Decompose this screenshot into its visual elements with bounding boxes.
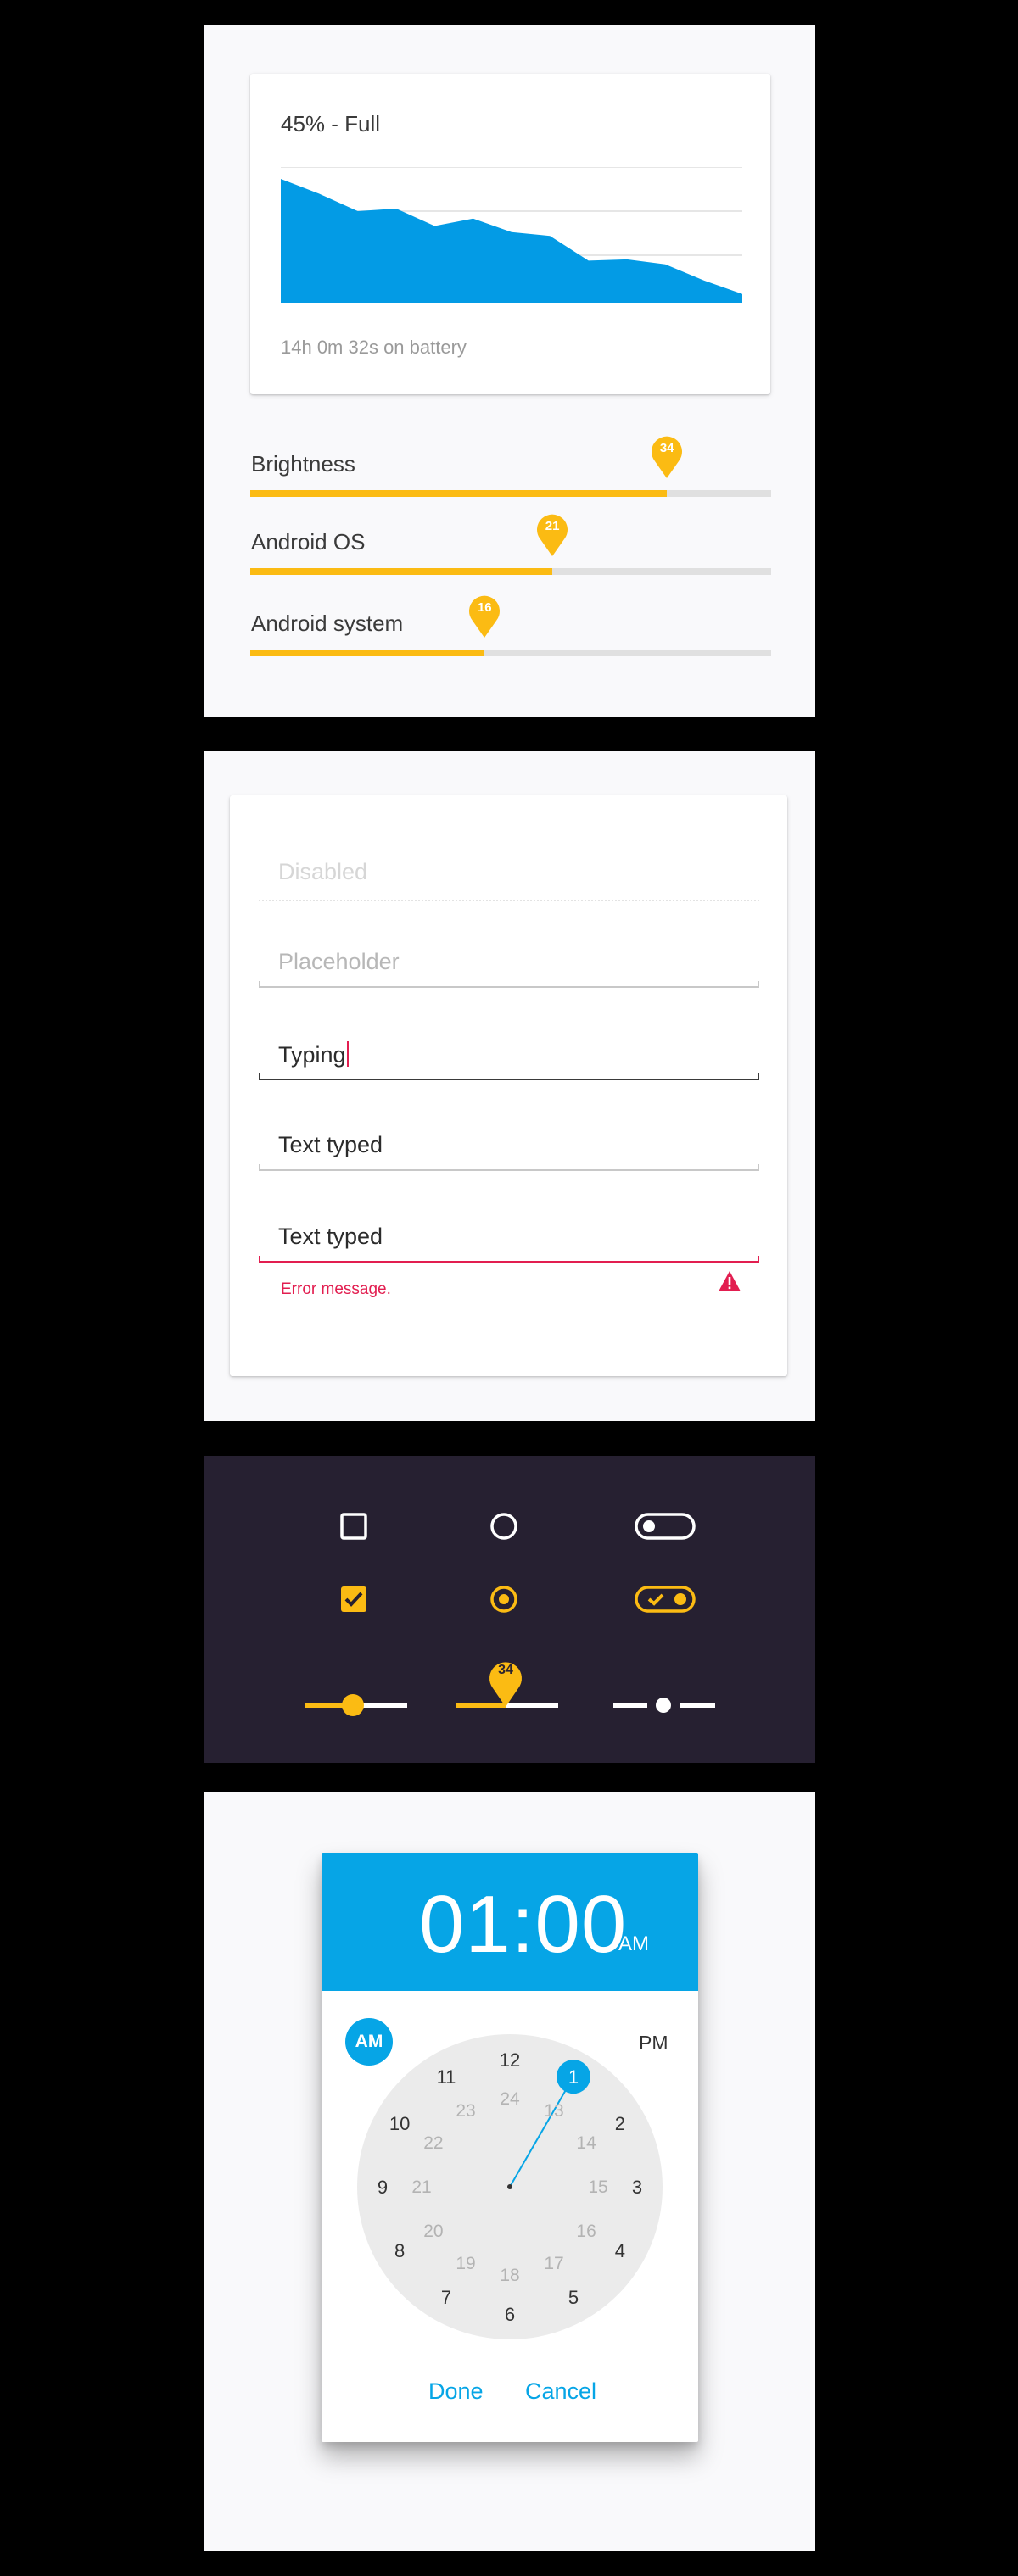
- warning-icon: [719, 1271, 741, 1291]
- slider-android-os[interactable]: Android OS 21: [250, 514, 771, 597]
- slider-disabled[interactable]: [612, 1692, 717, 1718]
- am-button[interactable]: AM: [345, 2018, 393, 2066]
- time-picker-dialog: 01:00 AM 12 1 2 3 4 5 6 7 8 9 10 11 24 13 14 15 16 17 18 1…: [322, 1853, 698, 2442]
- typed-field[interactable]: Text typed: [259, 1132, 759, 1174]
- battery-panel: 45% - Full 14h 0m 32s on battery Brightn…: [204, 25, 815, 717]
- disabled-field-text: Disabled: [278, 859, 368, 884]
- field-underline: [259, 1164, 759, 1171]
- slider-track[interactable]: 21: [250, 514, 771, 575]
- clock-hour-label[interactable]: 9: [378, 2177, 388, 2198]
- clock-hour-label-inner[interactable]: 21: [411, 2177, 431, 2197]
- text-caret: [346, 1041, 349, 1067]
- clock-hour-label[interactable]: 10: [389, 2113, 410, 2134]
- slider-track[interactable]: 34: [250, 436, 771, 497]
- battery-area: [281, 179, 742, 303]
- clock-hour-label[interactable]: 8: [394, 2240, 405, 2261]
- disabled-field: Disabled: [259, 859, 759, 901]
- slider-label: Android OS: [251, 529, 366, 555]
- typing-field[interactable]: Typing: [259, 1041, 759, 1084]
- slider-value: 16: [477, 600, 492, 615]
- checkbox-checked[interactable]: [339, 1585, 368, 1614]
- clock-hour-label[interactable]: 4: [615, 2240, 625, 2261]
- checkbox-unchecked[interactable]: [339, 1512, 368, 1541]
- clock-hour-label-inner[interactable]: 16: [576, 2222, 596, 2241]
- slider-track[interactable]: 16: [250, 595, 771, 656]
- clock-hour-label-inner[interactable]: 17: [544, 2254, 563, 2273]
- clock-hour-label-inner[interactable]: 24: [500, 2089, 520, 2109]
- typing-field-value: Typing: [278, 1041, 349, 1068]
- text-fields-card: Disabled Placeholder Typing Text typed T…: [230, 795, 787, 1376]
- field-underline: [259, 1256, 759, 1263]
- slider-brightness[interactable]: Brightness 34: [250, 436, 771, 519]
- battery-subtitle: 14h 0m 32s on battery: [281, 337, 467, 358]
- slider-with-pin[interactable]: 34: [455, 1654, 560, 1722]
- slider-pin-value: 34: [498, 1663, 513, 1677]
- slider-fill: [250, 650, 485, 656]
- error-field[interactable]: Text typed: [259, 1224, 759, 1266]
- clock-hour-label-inner[interactable]: 20: [423, 2222, 443, 2241]
- battery-title: 45% - Full: [281, 111, 381, 137]
- slider-value: 21: [545, 519, 560, 533]
- error-field-text: Text typed: [278, 1224, 383, 1249]
- clock-hour-label-inner[interactable]: 15: [588, 2177, 607, 2197]
- clock-hour-label-inner[interactable]: 13: [544, 2101, 563, 2121]
- clock-hour-label-inner[interactable]: 19: [456, 2254, 475, 2273]
- clock-hour-label-inner[interactable]: 14: [576, 2133, 596, 2153]
- slider-thumb-pin[interactable]: 34: [650, 434, 684, 478]
- clock-hour-label[interactable]: 1: [568, 2066, 579, 2088]
- radio-unselected[interactable]: [489, 1511, 519, 1542]
- text-fields-panel: Disabled Placeholder Typing Text typed T…: [204, 751, 815, 1421]
- slider-label: Android system: [251, 611, 404, 636]
- clock-hour-label[interactable]: 2: [615, 2113, 625, 2134]
- controls-panel: 34: [204, 1456, 815, 1763]
- clock-hour-label-inner[interactable]: 23: [456, 2101, 475, 2121]
- slider-continuous[interactable]: [304, 1692, 409, 1718]
- radio-selected[interactable]: [489, 1584, 519, 1614]
- clock-face[interactable]: 121234567891011 241314151617181920212223: [355, 2032, 664, 2341]
- clock-hour-label[interactable]: 12: [500, 2049, 520, 2071]
- time-picker-header: 01:00 AM: [322, 1853, 698, 1991]
- clock-hour-label[interactable]: 5: [568, 2287, 579, 2308]
- battery-chart: [281, 167, 742, 303]
- clock-hour-label-inner[interactable]: 18: [500, 2266, 519, 2285]
- placeholder-field[interactable]: Placeholder: [259, 949, 759, 991]
- typing-text: Typing: [278, 1042, 346, 1068]
- selected-period[interactable]: AM: [618, 1932, 649, 1956]
- clock-hour-label-inner[interactable]: 22: [423, 2133, 443, 2153]
- slider-thumb-pin[interactable]: 21: [535, 512, 569, 556]
- clock-hour-label[interactable]: 6: [505, 2304, 515, 2325]
- switch-off[interactable]: [635, 1512, 696, 1541]
- slider-android-system[interactable]: Android system 16: [250, 595, 771, 678]
- switch-on[interactable]: [635, 1585, 696, 1614]
- typed-field-text: Text typed: [278, 1132, 383, 1157]
- cancel-button[interactable]: Cancel: [525, 2378, 596, 2405]
- slider-fill: [250, 490, 668, 497]
- clock-hour-label[interactable]: 11: [437, 2066, 456, 2088]
- clock-center: [507, 2184, 512, 2189]
- battery-card: 45% - Full 14h 0m 32s on battery: [250, 74, 770, 394]
- field-underline: [259, 900, 759, 901]
- time-picker-panel: 01:00 AM 12 1 2 3 4 5 6 7 8 9 10 11 24 13 14 15 16 17 18 1…: [204, 1792, 815, 2551]
- done-button[interactable]: Done: [428, 2378, 484, 2405]
- placeholder-text: Placeholder: [278, 949, 400, 974]
- pm-button[interactable]: PM: [639, 2032, 668, 2055]
- field-underline: [259, 981, 759, 988]
- slider-thumb-pin[interactable]: 16: [467, 594, 501, 638]
- clock-hour-label[interactable]: 3: [632, 2177, 642, 2198]
- field-underline: [259, 1073, 759, 1080]
- clock-hour-label[interactable]: 7: [441, 2287, 451, 2308]
- slider-value: 34: [659, 441, 674, 455]
- slider-label: Brightness: [251, 451, 355, 477]
- selected-time[interactable]: 01:00: [419, 1878, 627, 1971]
- slider-fill: [250, 568, 553, 575]
- error-message: Error message.: [281, 1280, 391, 1298]
